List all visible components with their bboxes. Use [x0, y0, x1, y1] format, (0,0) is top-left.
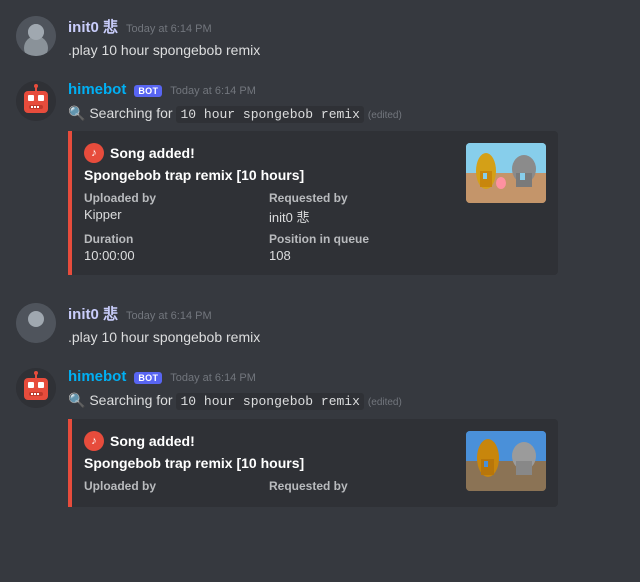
timestamp: Today at 6:14 PM	[170, 85, 256, 97]
avatar	[16, 303, 56, 343]
message-content: himebot BOT Today at 6:14 PM 🔍 Searching…	[68, 81, 624, 276]
embed-song-added: Song added!	[110, 433, 195, 449]
search-prefix: 🔍 Searching for	[68, 392, 176, 408]
field-value-queue: 108	[269, 248, 454, 263]
embed-field-requested-by: Requested by	[269, 479, 454, 495]
message-text: .play 10 hour spongebob remix	[68, 328, 624, 348]
embed-song-title: Spongebob trap remix [10 hours]	[84, 455, 454, 471]
embed-title-row: ♪ Song added!	[84, 143, 454, 163]
field-label-requested: Requested by	[269, 191, 454, 205]
field-label-duration: Duration	[84, 232, 269, 246]
field-value-uploaded: Kipper	[84, 207, 269, 222]
search-prefix: 🔍 Searching for	[68, 105, 176, 121]
embed-fields: Uploaded by Kipper Requested by init0 悲 …	[84, 191, 454, 263]
timestamp: Today at 6:14 PM	[170, 372, 256, 384]
field-label-requested: Requested by	[269, 479, 454, 493]
music-icon: ♪	[84, 431, 104, 451]
bot-badge: BOT	[134, 372, 162, 384]
embed: ♪ Song added! Spongebob trap remix [10 h…	[68, 131, 558, 275]
message-group-1: init0 悲 Today at 6:14 PM .play 10 hour s…	[0, 0, 640, 65]
message-content: init0 悲 Today at 6:14 PM .play 10 hour s…	[68, 16, 624, 61]
field-label-queue: Position in queue	[269, 232, 454, 246]
embed-field-uploaded-by: Uploaded by Kipper	[84, 191, 269, 226]
bot-avatar	[16, 368, 56, 408]
message-header: init0 悲 Today at 6:14 PM	[68, 303, 624, 324]
search-query: 10 hour spongebob remix	[176, 393, 363, 410]
bot-avatar	[16, 81, 56, 121]
embed-song-added: Song added!	[110, 145, 195, 161]
embed-field-requested-by: Requested by init0 悲	[269, 191, 454, 226]
field-value-duration: 10:00:00	[84, 248, 269, 263]
username: himebot	[68, 368, 126, 385]
username: himebot	[68, 81, 126, 98]
embed-title-row: ♪ Song added!	[84, 431, 454, 451]
message-group-2: himebot BOT Today at 6:14 PM 🔍 Searching…	[0, 65, 640, 280]
timestamp: Today at 6:14 PM	[126, 310, 212, 322]
bot-badge: BOT	[134, 85, 162, 97]
chat-container: init0 悲 Today at 6:14 PM .play 10 hour s…	[0, 0, 640, 511]
embed-field-queue: Position in queue 108	[269, 232, 454, 263]
field-label-uploaded: Uploaded by	[84, 191, 269, 205]
embed-thumbnail	[466, 431, 546, 491]
message-content: init0 悲 Today at 6:14 PM .play 10 hour s…	[68, 303, 624, 348]
embed-field-duration: Duration 10:00:00	[84, 232, 269, 263]
embed-fields: Uploaded by Requested by	[84, 479, 454, 495]
message-header: init0 悲 Today at 6:14 PM	[68, 16, 624, 37]
search-line: 🔍 Searching for 10 hour spongebob remix (…	[68, 389, 624, 413]
username: init0 悲	[68, 303, 118, 324]
message-text: .play 10 hour spongebob remix	[68, 41, 624, 61]
avatar	[16, 16, 56, 56]
field-value-requested: init0 悲	[269, 207, 454, 226]
message-header: himebot BOT Today at 6:14 PM	[68, 81, 624, 98]
message-header: himebot BOT Today at 6:14 PM	[68, 368, 624, 385]
embed-body: ♪ Song added! Spongebob trap remix [10 h…	[84, 143, 454, 263]
embed-thumbnail	[466, 143, 546, 203]
embed-field-uploaded-by: Uploaded by	[84, 479, 269, 495]
field-label-uploaded: Uploaded by	[84, 479, 269, 493]
embed-body: ♪ Song added! Spongebob trap remix [10 h…	[84, 431, 454, 495]
username: init0 悲	[68, 16, 118, 37]
message-group-3: init0 悲 Today at 6:14 PM .play 10 hour s…	[0, 287, 640, 352]
embed-song-title: Spongebob trap remix [10 hours]	[84, 167, 454, 183]
edited-tag: (edited)	[368, 110, 402, 121]
message-group-4: himebot BOT Today at 6:14 PM 🔍 Searching…	[0, 352, 640, 511]
search-line: 🔍 Searching for 10 hour spongebob remix (…	[68, 102, 624, 126]
timestamp: Today at 6:14 PM	[126, 23, 212, 35]
search-query: 10 hour spongebob remix	[176, 106, 363, 123]
edited-tag: (edited)	[368, 397, 402, 408]
message-content: himebot BOT Today at 6:14 PM 🔍 Searching…	[68, 368, 624, 507]
embed: ♪ Song added! Spongebob trap remix [10 h…	[68, 419, 558, 507]
music-icon: ♪	[84, 143, 104, 163]
